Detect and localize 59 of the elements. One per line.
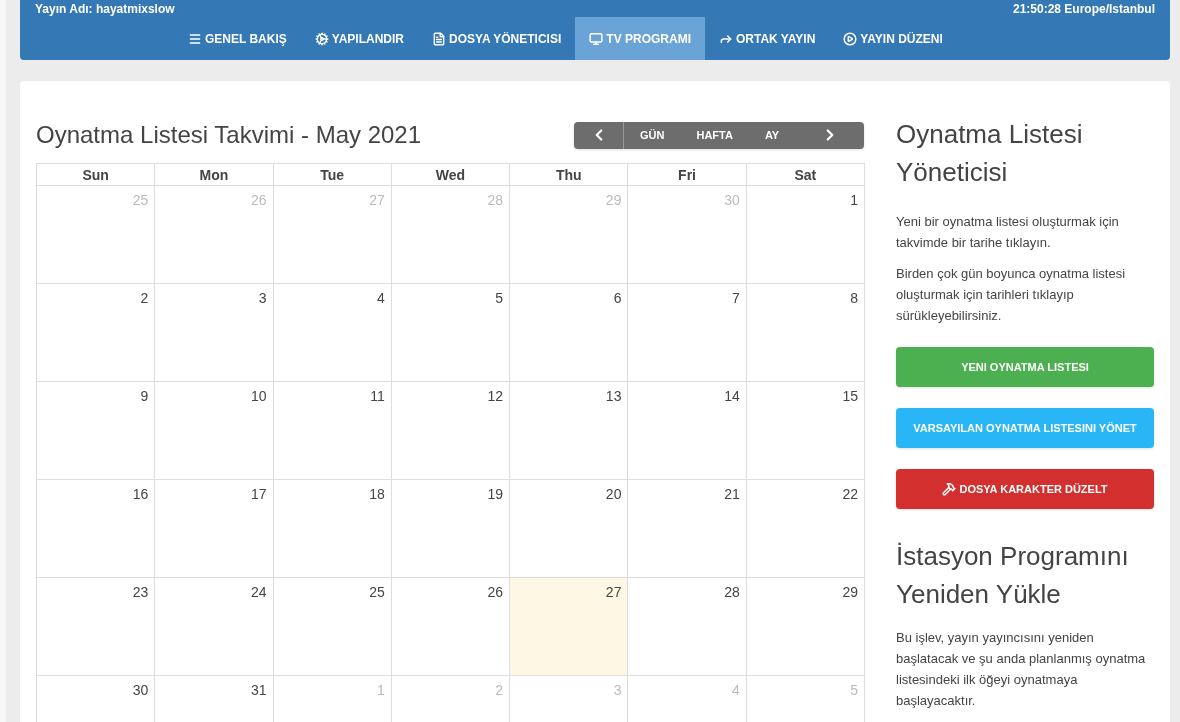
day-cell[interactable]: 8	[746, 284, 865, 382]
day-cell[interactable]: 25	[273, 578, 392, 676]
day-cell[interactable]: 19	[391, 480, 511, 578]
reload-text: Bu işlev, yayın yayıncısını yeniden başlatacak ve şu anda planlanmış oynatma listesindeki ilk öğeyi oynatmaya başlayacaktır.	[896, 629, 1147, 710]
view-button[interactable]: AY	[748, 121, 796, 149]
manager-title: Oynatma Listesi Yöneticisi	[896, 118, 1084, 189]
clock: 21:50:28 Europe/Istanbul	[1012, 0, 1155, 18]
day-cell[interactable]: 6	[510, 284, 629, 382]
calendar-title: Oynatma Listesi Takvimi - May 2021	[36, 120, 422, 150]
day-cell[interactable]: 17	[155, 480, 274, 578]
help-text: Birden çok gün boyunca oynatma listesi oluşturmak için tarihleri tıklayıp sürükleyebilirsiniz.	[896, 265, 1127, 325]
nav-tab[interactable]: YAYIN DÜZENI	[829, 17, 957, 60]
day-cell[interactable]: 5	[391, 284, 511, 382]
day-cell[interactable]: 13	[510, 382, 629, 480]
weekday-header: Thu	[510, 164, 629, 186]
hammer-icon	[942, 482, 957, 496]
day-cell[interactable]: 22	[746, 480, 865, 578]
play-icon	[843, 31, 858, 46]
help-text: Yeni bir oynatma listesi oluşturmak için takvimde bir tarihe tıklayın.	[896, 213, 1120, 252]
nav-tab[interactable]: GENEL BAKIŞ	[174, 17, 301, 60]
day-cell[interactable]: 24	[155, 578, 274, 676]
day-cell[interactable]: 10	[155, 382, 274, 480]
day-cell[interactable]: 3	[155, 284, 274, 382]
day-cell[interactable]: 27	[510, 578, 629, 676]
day-cell[interactable]: 2	[37, 284, 156, 382]
day-cell[interactable]: 23	[37, 578, 156, 676]
day-cell[interactable]: 31	[155, 676, 274, 722]
nav-tab[interactable]: ORTAK YAYIN	[704, 17, 830, 60]
day-cell[interactable]: 16	[37, 480, 156, 578]
day-cell[interactable]: 7	[628, 284, 747, 382]
day-cell[interactable]: 11	[273, 382, 392, 480]
weekday-header: Tue	[273, 164, 392, 186]
day-cell[interactable]: 4	[273, 284, 392, 382]
menu-icon	[188, 31, 202, 46]
reload-title: İstasyon Programını Yeniden Yükle	[896, 540, 1130, 611]
gear-icon	[314, 31, 329, 46]
monitor-icon	[589, 31, 604, 46]
day-cell[interactable]: 1	[746, 186, 865, 284]
nav-tab[interactable]: DOSYA YÖNETICISI	[418, 17, 576, 60]
day-cell[interactable]: 12	[391, 382, 511, 480]
view-button[interactable]: GÜN	[624, 121, 681, 149]
day-cell[interactable]: 28	[628, 578, 747, 676]
action-button[interactable]: DOSYA KARAKTER DÜZELT	[896, 469, 1154, 509]
day-cell[interactable]: 18	[273, 480, 392, 578]
nav-tab[interactable]: YAPILANDIR	[300, 17, 419, 60]
day-cell[interactable]: 14	[628, 382, 747, 480]
weekday-header: Sat	[746, 164, 865, 186]
day-cell[interactable]: 9	[37, 382, 156, 480]
station-name: Yayın Adı: hayatmixslow	[35, 0, 175, 18]
day-cell[interactable]: 30	[37, 676, 156, 722]
weekday-header: Sun	[37, 164, 156, 186]
weekday-header: Wed	[391, 164, 511, 186]
day-cell[interactable]: 21	[628, 480, 747, 578]
file-icon	[432, 31, 447, 46]
weekday-header: Fri	[628, 164, 747, 186]
weekday-header: Mon	[155, 164, 274, 186]
view-button[interactable]: HAFTA	[680, 121, 749, 149]
day-cell[interactable]: 15	[746, 382, 865, 480]
day-cell[interactable]: 29	[746, 578, 865, 676]
